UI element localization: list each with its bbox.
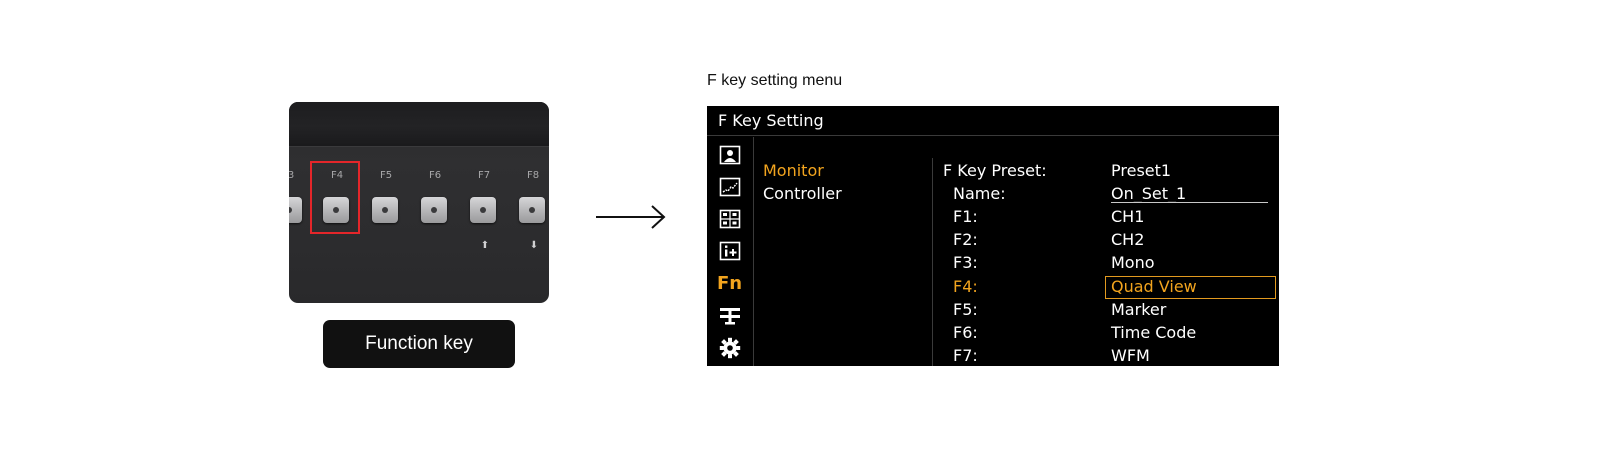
name-field-underline: [1111, 202, 1268, 203]
name-label: Name:: [953, 184, 1006, 203]
f2-label: F2:: [953, 230, 978, 249]
menu-title: F Key Setting: [707, 106, 1279, 136]
key-label-f6: F6: [428, 170, 442, 181]
f2-value[interactable]: CH2: [1111, 230, 1144, 249]
f4-label: F4:: [953, 277, 978, 296]
f7-value[interactable]: WFM: [1111, 346, 1150, 365]
right-arrow-icon: [596, 205, 666, 229]
gear-icon[interactable]: [719, 337, 741, 359]
f5-key-button[interactable]: [372, 197, 398, 223]
menu-caption: F key setting menu: [707, 72, 843, 89]
name-field[interactable]: On_Set_1: [1111, 184, 1186, 203]
f3-key-button[interactable]: [289, 197, 302, 223]
f3-label: F3:: [953, 253, 978, 272]
arrow-down-icon: ⬇: [529, 240, 539, 251]
f-key-preset-label: F Key Preset:: [943, 161, 1047, 180]
f4-value[interactable]: Quad View: [1111, 277, 1197, 296]
arrow-up-icon: ⬆: [480, 240, 490, 251]
f8-key-button[interactable]: [519, 197, 545, 223]
key-label-f3: 3: [289, 170, 295, 181]
f3-value[interactable]: Mono: [1111, 253, 1155, 272]
key-label-f8: F8: [526, 170, 540, 181]
menu-divider: [932, 158, 933, 366]
network-icon[interactable]: [719, 305, 741, 327]
f7-label: F7:: [953, 346, 978, 365]
waveform-icon[interactable]: [719, 177, 741, 199]
menu-icon-bar: Fn: [707, 137, 754, 366]
fn-icon[interactable]: Fn: [717, 273, 747, 295]
f-key-setting-menu: F Key Setting Fn Monitor Controller F Ke…: [707, 106, 1279, 366]
monitor-bezel: [289, 102, 549, 147]
function-key-photo: 3 F4 F5 F6 F7 F8 ⬆ ⬇: [289, 102, 549, 303]
quad-view-icon[interactable]: [719, 209, 741, 231]
category-controller[interactable]: Controller: [763, 184, 842, 203]
f5-value[interactable]: Marker: [1111, 300, 1166, 319]
f-key-preset-value[interactable]: Preset1: [1111, 161, 1171, 180]
category-monitor[interactable]: Monitor: [763, 161, 824, 180]
f1-value[interactable]: CH1: [1111, 207, 1144, 226]
f1-label: F1:: [953, 207, 978, 226]
f7-key-button[interactable]: [470, 197, 496, 223]
info-plus-icon[interactable]: [719, 241, 741, 263]
person-icon[interactable]: [719, 145, 741, 167]
f5-label: F5:: [953, 300, 978, 319]
f6-label: F6:: [953, 323, 978, 342]
function-key-caption: Function key: [323, 320, 515, 368]
key-label-f7: F7: [477, 170, 491, 181]
f6-key-button[interactable]: [421, 197, 447, 223]
f4-highlight-box: [310, 161, 360, 234]
key-label-f5: F5: [379, 170, 393, 181]
f6-value[interactable]: Time Code: [1111, 323, 1196, 342]
